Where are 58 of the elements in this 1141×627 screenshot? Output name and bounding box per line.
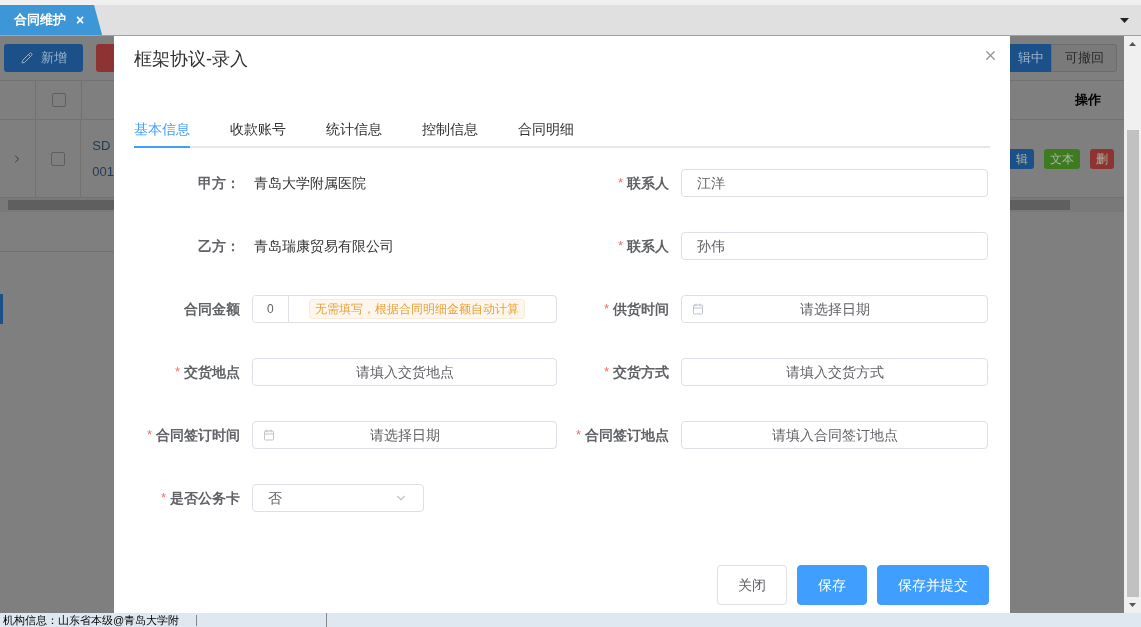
field-label: 是否公务卡	[170, 488, 240, 508]
edge-marker	[0, 294, 3, 324]
field-label: 合同签订地点	[585, 425, 669, 445]
pencil-icon	[20, 52, 33, 64]
table-cell-text: 001	[92, 162, 114, 181]
field-label: 合同签订时间	[156, 425, 240, 445]
tab[interactable]: 控制信息	[422, 112, 478, 148]
dialog-title: 框架协议-录入	[134, 47, 248, 71]
tab[interactable]: 收款账号	[230, 112, 286, 148]
checkbox[interactable]	[51, 93, 66, 107]
field-label: 乙方：	[198, 236, 240, 256]
field-label: 甲方：	[198, 173, 240, 193]
segment-button[interactable]: 可撤回	[1051, 44, 1117, 72]
field-value: 青岛大学附属医院	[253, 173, 366, 193]
input-field[interactable]: 江洋	[681, 169, 988, 197]
scrollbar-thumb[interactable]	[1126, 130, 1139, 597]
amount-field[interactable]: 0 无需填写，根据合同明细金额自动计算	[252, 295, 557, 323]
input-field[interactable]: 请填入交货方式	[681, 358, 988, 386]
required-asterisk: *	[617, 174, 623, 193]
tab[interactable]: 统计信息	[326, 112, 382, 148]
select-field[interactable]: 否	[252, 484, 424, 512]
column-header: 操作	[1075, 91, 1101, 110]
field-label: 交货地点	[184, 362, 240, 382]
table-cell-text: SD	[92, 137, 112, 155]
segment-button[interactable]: 辑中	[1010, 44, 1051, 72]
scroll-up-icon[interactable]	[1129, 42, 1136, 46]
action-button[interactable]: 辑	[1010, 148, 1034, 169]
field-label: 交货方式	[613, 362, 669, 382]
date-field[interactable]: 请选择日期	[252, 421, 557, 449]
dialog-button[interactable]: 关闭	[717, 565, 787, 605]
input-field[interactable]: 孙伟	[681, 232, 988, 260]
toolbar-button[interactable]	[96, 44, 114, 72]
status-text: 机构信息：山东省本级@青岛大学附	[0, 614, 197, 626]
hint-tag: 无需填写，根据合同明细金额自动计算	[309, 299, 525, 319]
dropdown-caret-icon[interactable]	[1120, 18, 1129, 23]
required-asterisk: *	[575, 426, 581, 445]
add-button[interactable]: 新增	[4, 44, 83, 72]
required-asterisk: *	[160, 489, 166, 508]
calendar-icon	[692, 303, 704, 315]
calendar-icon	[263, 429, 275, 441]
tab[interactable]: 合同明细	[518, 112, 574, 148]
checkbox[interactable]	[51, 151, 65, 166]
scroll-down-icon[interactable]	[1129, 603, 1136, 607]
field-label: 供货时间	[613, 299, 669, 319]
date-field[interactable]: 请选择日期	[681, 295, 988, 323]
required-asterisk: *	[617, 237, 623, 256]
action-button[interactable]: 删	[1090, 148, 1114, 169]
field-label: 联系人	[627, 173, 669, 193]
field-label: 联系人	[627, 236, 669, 256]
field-label: 合同金额	[184, 299, 240, 319]
field-value: 青岛瑞康贸易有限公司	[253, 236, 394, 256]
input-field[interactable]: 请填入交货地点	[252, 358, 557, 386]
input-field[interactable]: 请填入合同签订地点	[681, 421, 988, 449]
required-asterisk: *	[174, 363, 180, 382]
required-asterisk: *	[146, 426, 152, 445]
scrollbar-thumb	[1010, 200, 1070, 210]
required-asterisk: *	[603, 300, 609, 319]
required-asterisk: *	[603, 363, 609, 382]
